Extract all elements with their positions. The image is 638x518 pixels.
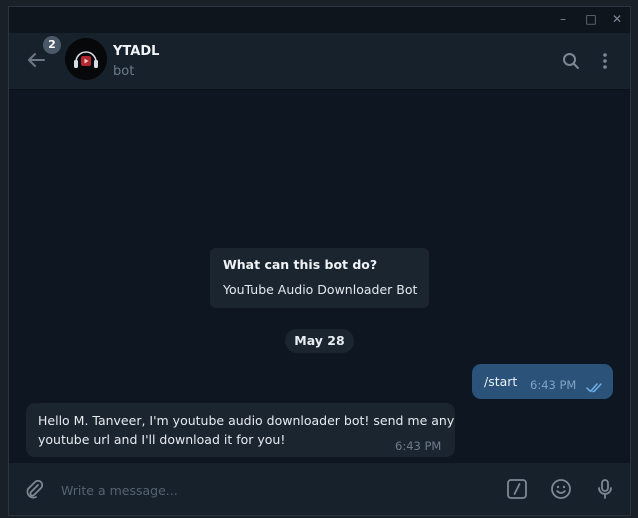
emoji-icon[interactable] <box>550 478 572 500</box>
message-composer <box>9 463 630 515</box>
back-arrow-icon[interactable] <box>25 49 49 73</box>
telegram-window: – □ ✕ 2 YTADL bot What can this bot do? … <box>8 6 631 516</box>
read-double-check-icon <box>586 379 606 393</box>
bot-info-description: YouTube Audio Downloader Bot <box>223 282 418 297</box>
bot-command-icon[interactable] <box>506 478 528 500</box>
outgoing-message-time: 6:43 PM <box>530 378 577 392</box>
incoming-message[interactable]: Hello M. Tanveer, I'm youtube audio down… <box>26 403 455 457</box>
unread-count-badge: 2 <box>43 36 61 54</box>
window-title-bar: – □ ✕ <box>9 7 630 33</box>
incoming-message-line: youtube url and I'll download it for you… <box>38 432 286 447</box>
microphone-icon[interactable] <box>594 478 616 500</box>
chat-title[interactable]: YTADL <box>113 44 159 59</box>
minimize-button[interactable]: – <box>555 11 571 27</box>
message-input[interactable] <box>59 478 493 502</box>
incoming-message-line: Hello M. Tanveer, I'm youtube audio down… <box>38 413 455 428</box>
bot-info-title: What can this bot do? <box>223 257 378 272</box>
paperclip-icon[interactable] <box>23 478 45 500</box>
message-area[interactable]: What can this bot do? YouTube Audio Down… <box>9 90 630 462</box>
chat-subtitle: bot <box>113 64 135 79</box>
more-vertical-icon[interactable] <box>595 51 615 71</box>
outgoing-message[interactable]: /start 6:43 PM <box>472 364 613 399</box>
close-button[interactable]: ✕ <box>609 11 625 27</box>
search-icon[interactable] <box>561 51 581 71</box>
bot-info-card: What can this bot do? YouTube Audio Down… <box>210 248 429 308</box>
chat-header: 2 YTADL bot <box>9 33 630 90</box>
date-separator: May 28 <box>285 329 354 353</box>
outgoing-message-text: /start <box>484 374 518 389</box>
incoming-message-time: 6:43 PM <box>395 439 442 453</box>
bot-avatar[interactable] <box>65 38 107 80</box>
maximize-button[interactable]: □ <box>583 11 599 27</box>
